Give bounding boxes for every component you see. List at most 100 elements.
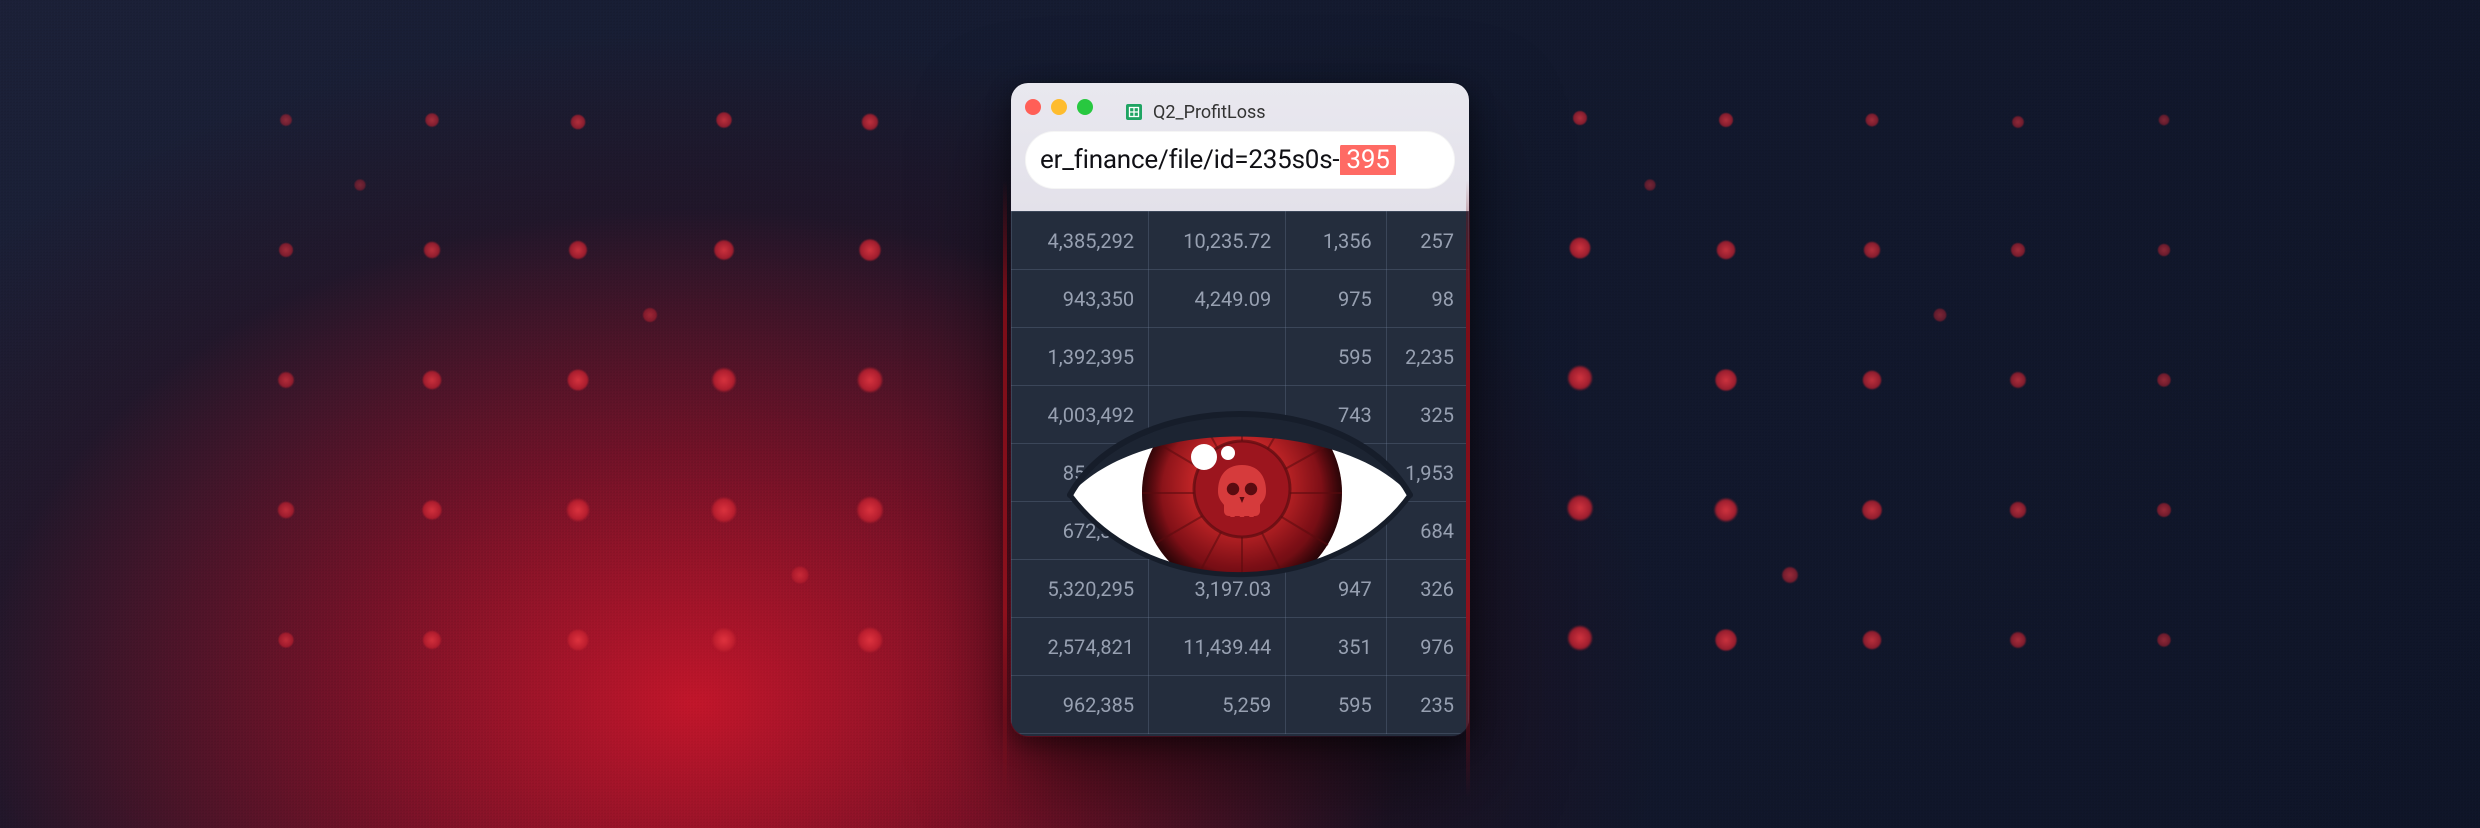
bg-dot [278,502,294,518]
cell[interactable]: 98 [1386,270,1468,328]
bg-dot [280,114,292,126]
browser-tab[interactable]: Q2_ProfitLoss [1111,93,1294,131]
cell[interactable] [1149,386,1286,444]
cell[interactable]: 1,392,395 [1012,328,1149,386]
cell[interactable]: 1,953 [1386,444,1468,502]
bg-dot [1719,113,1733,127]
bg-dot [1644,179,1655,190]
table-row: 2,574,82111,439.44351976 [1012,618,1469,676]
table-row: 4,003,492 743325 [1012,386,1469,444]
bg-dot [568,370,589,391]
browser-window: Q2_ProfitLoss er_finance/file/id=235s0s-… [1010,82,1470,737]
cell[interactable]: 595 [1286,676,1387,734]
table-row: 1,392,395 5952,235 [1012,328,1469,386]
cell[interactable]: 976 [1386,618,1468,676]
cell[interactable]: 1,356 [1286,212,1387,270]
cell[interactable]: 743 [1286,386,1387,444]
cell[interactable]: 5,320,295 [1012,560,1149,618]
bg-dot [2010,372,2026,388]
cell[interactable]: 975 [1286,270,1387,328]
tab-title: Q2_ProfitLoss [1153,102,1266,123]
bg-dot [2012,116,2024,128]
cell[interactable]: 351 [1286,618,1387,676]
table-row: 943,3504,249.0997598 [1012,270,1469,328]
cell[interactable]: 6,292.5 [1149,502,1286,560]
cell[interactable]: 3,197.03 [1149,560,1286,618]
cell[interactable]: 1,248 [1286,502,1387,560]
cell[interactable]: 11,439.44 [1149,618,1286,676]
bg-dot [1934,309,1947,322]
bg-dot [571,115,586,130]
bg-dot [1864,242,1880,258]
url-highlight: 395 [1340,145,1395,175]
url-bar[interactable]: er_finance/file/id=235s0s-395 [1025,131,1455,189]
bg-dot [422,500,441,519]
bg-dot [2159,115,2170,126]
cell[interactable]: 10,235.72 [1149,212,1286,270]
cell[interactable]: 325 [1386,386,1468,444]
bg-dot [1715,499,1737,521]
cell[interactable]: 943,350 [1012,270,1149,328]
window-chrome: Q2_ProfitLoss er_finance/file/id=235s0s-… [1011,83,1469,211]
cell[interactable]: 672,382 [1012,502,1149,560]
bg-dot [2157,503,2171,517]
bg-dot [792,567,809,584]
url-row: er_finance/file/id=235s0s-395 [1011,131,1469,203]
bg-dot [354,179,365,190]
bg-dot [858,628,882,652]
bg-dot [643,308,657,322]
spreadsheet-icon [1125,103,1143,121]
data-table: 4,385,29210,235.721,356257943,3504,249.0… [1011,211,1469,734]
cell[interactable]: 4,385,292 [1012,212,1149,270]
cell[interactable]: 962,385 [1012,676,1149,734]
cell[interactable] [1286,444,1387,502]
zoom-icon[interactable] [1077,99,1093,115]
bg-dot [2157,373,2170,386]
bg-dot [713,369,736,392]
cell[interactable]: 2,235 [1386,328,1468,386]
bg-dot [1782,567,1798,583]
minimize-icon[interactable] [1051,99,1067,115]
table-row: 672,3826,292.51,248684 [1012,502,1469,560]
bg-dot [425,113,438,126]
bg-dot [423,371,441,389]
cell[interactable]: 5,259 [1149,676,1286,734]
close-icon[interactable] [1025,99,1041,115]
bg-dot [1715,629,1736,650]
cell[interactable]: 947 [1286,560,1387,618]
bg-dot [1573,111,1587,125]
table-row: 962,3855,259595235 [1012,676,1469,734]
table-row: 850,295 1,953 [1012,444,1469,502]
bg-dot [278,372,294,388]
bg-dot [859,239,880,260]
cell[interactable]: 235 [1386,676,1468,734]
bg-dot [2157,633,2170,646]
accent-edge-left [1003,180,1007,798]
cell[interactable]: 2,574,821 [1012,618,1149,676]
bg-dot [279,243,293,257]
bg-dot [2010,632,2026,648]
cell[interactable]: 4,003,492 [1012,386,1149,444]
bg-dot [567,499,589,521]
tab-row: Q2_ProfitLoss [1011,83,1469,131]
cell[interactable]: 850,295 [1012,444,1149,502]
bg-dot [862,114,878,130]
bg-dot [1717,241,1735,259]
bg-dot [278,632,293,647]
bg-dot [713,629,736,652]
cell[interactable] [1149,444,1286,502]
cell[interactable]: 684 [1386,502,1468,560]
bg-dot [569,241,587,259]
bg-dot [1863,371,1881,389]
cell[interactable]: 4,249.09 [1149,270,1286,328]
bg-dot [1863,631,1881,649]
accent-edge-right [1466,180,1470,798]
bg-dot [423,631,441,649]
bg-dot [1866,114,1879,127]
cell[interactable]: 326 [1386,560,1468,618]
cell[interactable]: 257 [1386,212,1468,270]
cell[interactable]: 595 [1286,328,1387,386]
bg-dot [1568,626,1592,650]
cell[interactable] [1149,328,1286,386]
bg-dot [568,630,589,651]
